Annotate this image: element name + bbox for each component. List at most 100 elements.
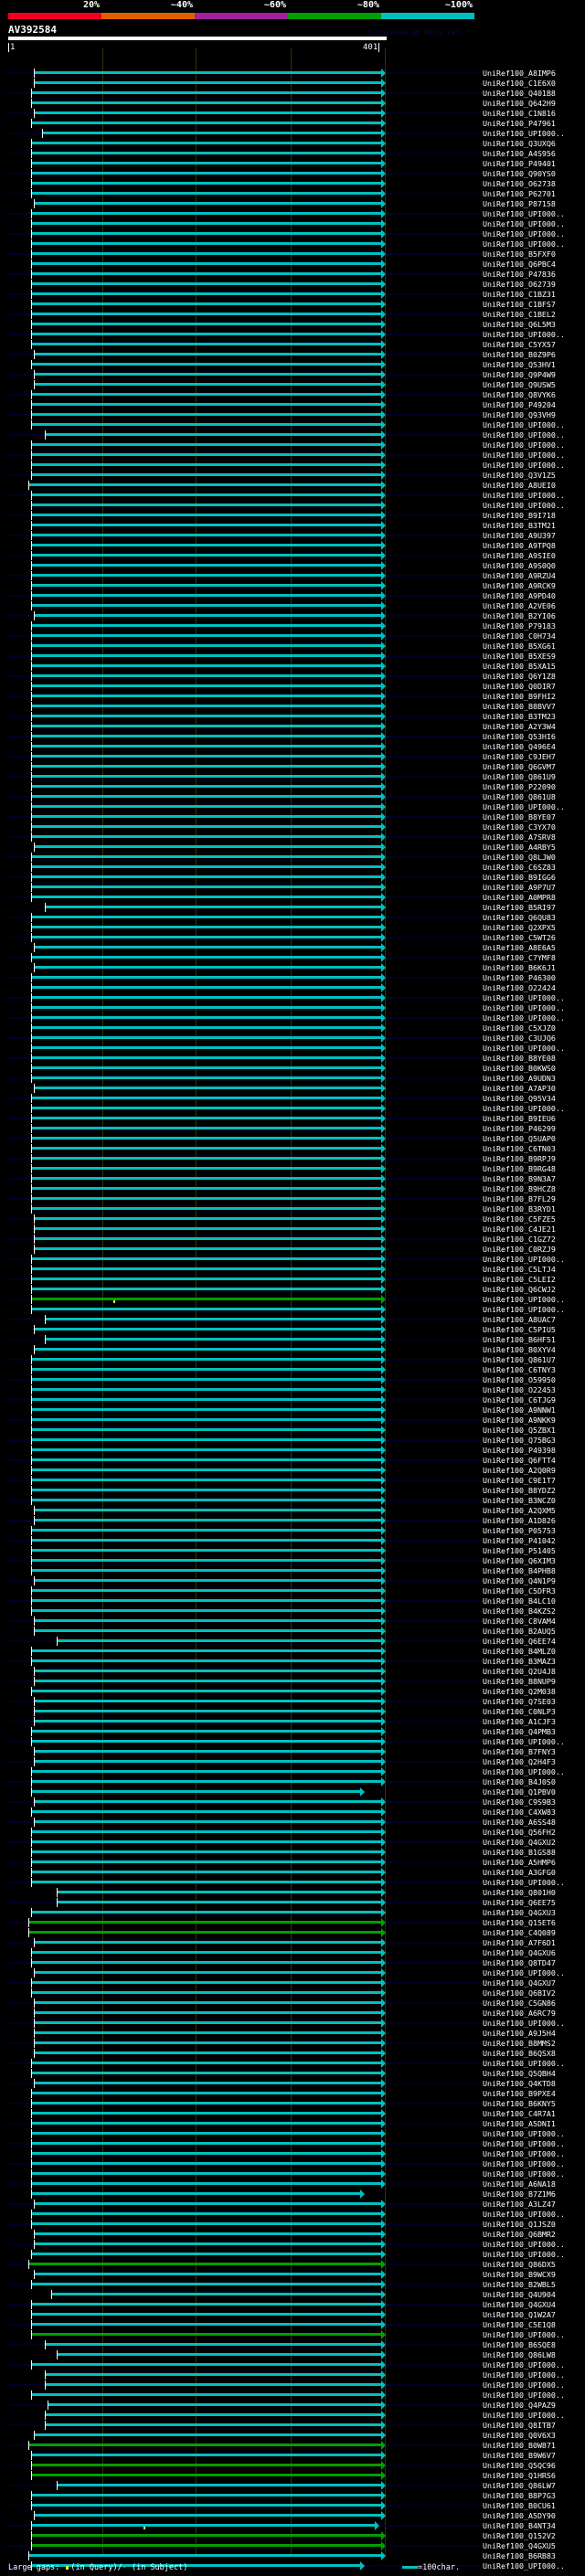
hit-bar[interactable] (56, 2353, 382, 2356)
alignment-row[interactable]: UniRef100_O62739 (0, 280, 585, 290)
hit-bar[interactable] (30, 122, 382, 124)
hit-bar[interactable] (33, 1710, 382, 1712)
hit-bar[interactable] (30, 1398, 382, 1401)
hit-label-link[interactable]: UniRef100_UPI000.. (483, 802, 565, 811)
alignment-row[interactable]: UniRef100_B8P7G3 (0, 2491, 585, 2501)
hit-label-link[interactable]: UniRef100_B5FXF0 (483, 249, 556, 259)
alignment-row[interactable]: UniRef100_UPI000.. (0, 2159, 585, 2169)
alignment-row[interactable]: UniRef100_UPI000.. (0, 430, 585, 440)
hit-bar[interactable] (33, 1941, 382, 1944)
hit-label-link[interactable]: UniRef100_A2QXM5 (483, 1506, 556, 1515)
hit-bar[interactable] (30, 393, 382, 396)
hit-label-link[interactable]: UniRef100_Q8LJW0 (483, 853, 556, 862)
hit-label-link[interactable]: UniRef100_C9E1T7 (483, 1476, 556, 1485)
hit-bar[interactable] (30, 544, 382, 546)
hit-label-link[interactable]: UniRef100_B4KZS2 (483, 1606, 556, 1616)
hit-bar[interactable] (30, 1479, 382, 1481)
hit-label-link[interactable]: UniRef100_B0W871 (483, 2441, 556, 2450)
hit-bar[interactable] (30, 1589, 382, 1592)
hit-bar[interactable] (33, 1348, 382, 1351)
alignment-row[interactable]: UniRef100_UPI000.. (0, 440, 585, 451)
alignment-row[interactable]: UniRef100_Q5QC96 (0, 2461, 585, 2471)
hit-label-link[interactable]: UniRef100_B4PHB8 (483, 1566, 556, 1575)
hit-label-link[interactable]: UniRef100_UPI000.. (483, 1305, 565, 1314)
alignment-row[interactable]: UniRef100_UPI000.. (0, 2059, 585, 2069)
alignment-row[interactable]: UniRef100_C3UJQ6 (0, 1034, 585, 1044)
alignment-row[interactable]: UniRef100_Q2M038 (0, 1687, 585, 1697)
hit-label-link[interactable]: UniRef100_B9PXE4 (483, 2089, 556, 2098)
hit-label-link[interactable]: UniRef100_P47961 (483, 119, 556, 128)
hit-label-link[interactable]: UniRef100_O62738 (483, 179, 556, 188)
hit-bar[interactable] (33, 1670, 382, 1672)
hit-label-link[interactable]: UniRef100_B6K6J1 (483, 963, 556, 972)
hit-bar[interactable] (33, 2031, 382, 2034)
alignment-row[interactable]: UniRef100_P79183 (0, 621, 585, 631)
alignment-row[interactable]: UniRef100_UPI000.. (0, 1044, 585, 1054)
hit-bar[interactable] (30, 916, 382, 918)
hit-bar[interactable] (30, 182, 382, 185)
alignment-row[interactable]: UniRef100_A2Q0R9 (0, 1466, 585, 1476)
alignment-row[interactable]: UniRef100_UPI000.. (0, 2390, 585, 2401)
hit-bar[interactable] (30, 674, 382, 677)
hit-label-link[interactable]: UniRef100_A4RBY5 (483, 843, 556, 852)
hit-label-link[interactable]: UniRef100_P47836 (483, 270, 556, 279)
hit-bar[interactable] (33, 2041, 382, 2044)
hit-label-link[interactable]: UniRef100_UPI000.. (483, 993, 565, 1002)
hit-bar[interactable] (30, 1981, 382, 1984)
hit-bar[interactable] (50, 2293, 382, 2295)
hit-bar[interactable] (30, 222, 382, 225)
alignment-row[interactable]: UniRef100_B8YE07 (0, 812, 585, 822)
hit-label-link[interactable]: UniRef100_Q53HV1 (483, 360, 556, 369)
hit-label-link[interactable]: UniRef100_UPI000.. (483, 330, 565, 339)
hit-bar[interactable] (33, 2514, 382, 2517)
hit-label-link[interactable]: UniRef100_B0KWS0 (483, 1064, 556, 1073)
hit-bar[interactable] (30, 2253, 382, 2255)
alignment-row[interactable]: UniRef100_C8VAM4 (0, 1617, 585, 1627)
hit-bar[interactable] (45, 2413, 382, 2416)
hit-bar[interactable] (33, 946, 382, 949)
hit-bar[interactable] (30, 2122, 382, 2125)
alignment-row[interactable]: UniRef100_Q4U904 (0, 2290, 585, 2300)
hit-label-link[interactable]: UniRef100_P46299 (483, 1124, 556, 1133)
hit-bar[interactable] (30, 1388, 382, 1391)
hit-label-link[interactable]: UniRef100_A2Q0R9 (483, 1466, 556, 1475)
hit-label-link[interactable]: UniRef100_Q6EE75 (483, 1898, 556, 1907)
alignment-row[interactable]: UniRef100_C5PIU5 (0, 1325, 585, 1335)
hit-bar[interactable] (30, 1056, 382, 1059)
hit-bar[interactable] (33, 1579, 382, 1582)
alignment-row[interactable]: UniRef100_B0XYV4 (0, 1345, 585, 1355)
hit-bar[interactable] (30, 1006, 382, 1009)
hit-bar[interactable] (30, 1569, 382, 1572)
hit-label-link[interactable]: UniRef100_A1D826 (483, 1516, 556, 1525)
hit-bar[interactable] (30, 282, 382, 285)
hit-bar[interactable] (30, 1408, 382, 1411)
hit-label-link[interactable]: UniRef100_Q3UXQ6 (483, 139, 556, 148)
hit-bar[interactable] (30, 2464, 382, 2466)
hit-label-link[interactable]: UniRef100_Q8ITB7 (483, 2421, 556, 2430)
hit-label-link[interactable]: UniRef100_B8BVV7 (483, 702, 556, 711)
hit-bar[interactable] (27, 2263, 382, 2265)
hit-label-link[interactable]: UniRef100_C5WT26 (483, 933, 556, 942)
hit-bar[interactable] (30, 1167, 382, 1170)
alignment-row[interactable]: UniRef100_A8E6A5 (0, 943, 585, 953)
hit-label-link[interactable]: UniRef100_A3GFG0 (483, 1868, 556, 1877)
hit-bar[interactable] (30, 232, 382, 235)
hit-bar[interactable] (30, 2303, 382, 2306)
hit-bar[interactable] (30, 2192, 362, 2195)
hit-label-link[interactable]: UniRef100_A6SS48 (483, 1818, 556, 1827)
hit-bar[interactable] (30, 2162, 382, 2165)
alignment-row[interactable]: UniRef100_Q7SE03 (0, 1697, 585, 1707)
hit-bar[interactable] (30, 805, 382, 808)
hit-label-link[interactable]: UniRef100_UPI000.. (483, 501, 565, 510)
hit-bar[interactable] (33, 202, 382, 205)
hit-label-link[interactable]: UniRef100_UPI000.. (483, 2139, 565, 2148)
hit-bar[interactable] (30, 1157, 382, 1160)
alignment-row[interactable]: UniRef100_B3RYD1 (0, 1204, 585, 1214)
alignment-row[interactable]: UniRef100_B9I718 (0, 511, 585, 521)
hit-label-link[interactable]: UniRef100_C6SZ83 (483, 863, 556, 872)
alignment-row[interactable]: UniRef100_UPI000.. (0, 2019, 585, 2029)
hit-bar[interactable] (45, 2343, 382, 2346)
alignment-row[interactable]: UniRef100_C1BEL2 (0, 310, 585, 320)
alignment-row[interactable]: UniRef100_Q6BMR2 (0, 2230, 585, 2240)
alignment-row[interactable]: UniRef100_Q0DIR7 (0, 682, 585, 692)
